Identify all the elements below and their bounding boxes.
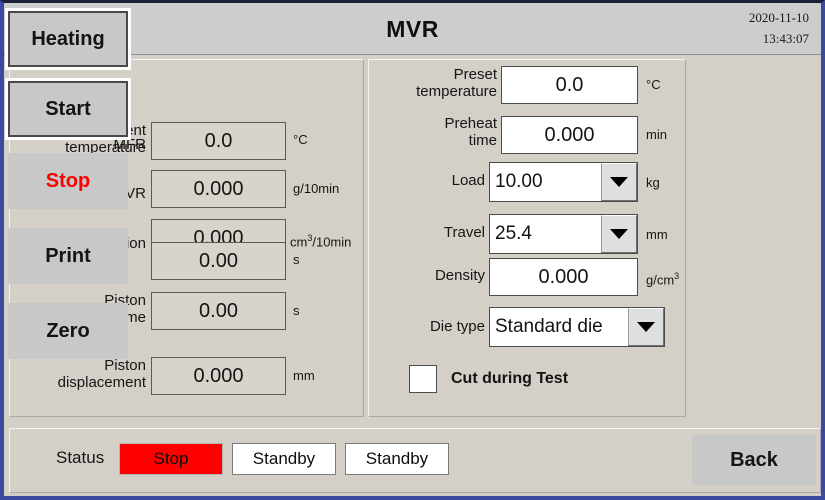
unit-preset-temperature: °C [646,77,661,92]
checkbox-label: Cut during Test [451,370,569,387]
unit-density: g/cm3 [646,268,679,288]
unit-density-exponent: 3 [674,271,680,281]
checkbox-cut-during-test[interactable]: Cut during Test [409,365,568,393]
label-line-2: temperature [416,83,497,100]
field-piston-moving-time: 0.00 [151,292,286,330]
unit-mvr-base: cm [290,234,308,250]
field-piston-displacement: 0.000 [151,357,286,395]
label-line-1: Piston [104,357,146,374]
label-die-type: Die type [429,318,485,335]
field-test-duration: 0.00 [151,242,286,280]
dropdown-load-value: 10.00 [495,171,543,192]
input-preheat-time[interactable]: 0.000 [501,116,638,154]
chevron-down-icon[interactable] [601,163,637,201]
input-preset-temperature[interactable]: 0.0 [501,66,638,104]
back-button[interactable]: Back [692,435,816,485]
label-mfr: MFR [113,136,147,153]
chevron-down-icon[interactable] [628,308,664,346]
unit-piston-moving-time: s [293,303,300,318]
label-line-2: time [468,132,497,149]
unit-density-base: g/cm [646,272,675,288]
start-button[interactable]: Start [8,81,128,137]
input-density[interactable]: 0.000 [489,258,638,296]
status-field-2: Standby [345,443,449,475]
label-load: Load [451,172,485,189]
unit-current-temperature: °C [293,132,308,147]
status-badge: Stop [119,443,223,475]
unit-load: kg [646,175,660,190]
unit-test-duration: s [293,252,300,267]
field-mfr: 0.000 [151,170,286,208]
clock: 2020-11-10 13:43:07 [689,9,809,47]
zero-button[interactable]: Zero [8,303,128,359]
clock-time: 13:43:07 [762,31,809,46]
unit-mvr-tail: /10min [312,234,352,250]
unit-travel: mm [646,227,668,242]
print-button[interactable]: Print [8,228,128,284]
label-preset-temperature: Preset temperature [373,66,497,100]
label-preheat-time: Preheat time [373,115,497,149]
heating-button[interactable]: Heating [8,11,128,67]
status-label: Status [56,448,105,467]
application-window: MVR 2020-11-10 13:43:07 Current temperat… [0,0,825,500]
test-parameters-panel: Preset temperature 0.0 °C Preheat time 0… [368,59,686,417]
label-travel: Travel [443,224,485,241]
unit-mvr: cm3/10min [290,230,351,250]
stop-button[interactable]: Stop [8,153,128,209]
unit-piston-displacement: mm [293,368,315,383]
unit-mfr: g/10min [293,181,340,196]
label-line-1: Preheat [444,115,497,132]
label-line-2: displacement [57,374,146,391]
chevron-down-icon[interactable] [601,215,637,253]
window-client-area: MVR 2020-11-10 13:43:07 Current temperat… [4,3,821,496]
clock-date: 2020-11-10 [748,10,809,25]
status-field-1: Standby [232,443,336,475]
label-line-1: Preset [453,66,497,83]
checkbox-box[interactable] [409,365,437,393]
dropdown-die-type-value: Standard die [495,316,603,337]
action-button-column: Heating Start Stop Print Zero [4,3,135,361]
dropdown-load[interactable]: 10.00 [489,162,638,202]
dropdown-travel-value: 25.4 [495,223,532,244]
label-density: Density [434,267,485,284]
unit-preheat-time: min [646,127,667,142]
field-current-temperature: 0.0 [151,122,286,160]
dropdown-die-type[interactable]: Standard die [489,307,665,347]
label-piston-displacement: Piston displacement [18,357,146,391]
dropdown-travel[interactable]: 25.4 [489,214,638,254]
